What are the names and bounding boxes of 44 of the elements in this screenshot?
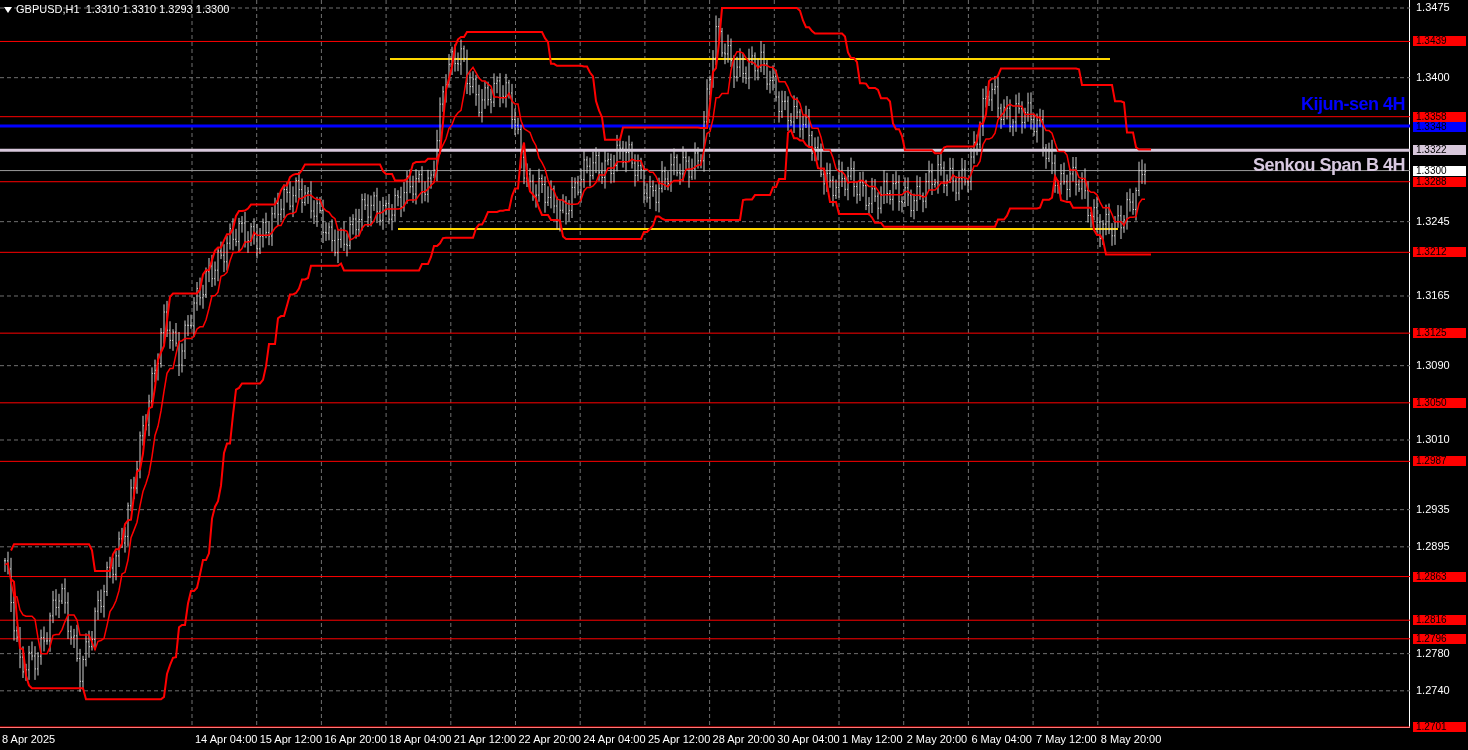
kijun-sen-label: Kijun-sen 4H [1301, 93, 1405, 114]
price-level-label: 1.3125 [1413, 328, 1466, 339]
time-axis-label: 7 May 12:00 [1036, 733, 1097, 745]
symbol-header: GBPUSD,H1 1.3310 1.3310 1.3293 1.3300 [16, 3, 230, 16]
dropdown-triangle-icon [4, 6, 12, 13]
price-level-label: 1.3050 [1413, 397, 1466, 408]
price-level-label: 1.3288 [1413, 176, 1466, 187]
time-axis-label: 8 May 20:00 [1100, 733, 1162, 745]
price-axis-label: 1.3010 [1416, 434, 1450, 445]
time-axis-label: 24 Apr 04:00 [583, 733, 646, 745]
time-axis-label: 21 Apr 12:00 [453, 733, 517, 745]
price-axis-label: 1.2895 [1416, 540, 1450, 552]
senkou-span-label: Senkou Span B 4H [1252, 155, 1405, 175]
price-level-label: 1.2816 [1413, 615, 1466, 626]
price-level-label: 1.3322 [1413, 145, 1466, 156]
price-level-label: 1.3300 [1413, 165, 1466, 176]
price-level-label: 1.2701 [1413, 722, 1466, 733]
price-axis-label: 1.2740 [1416, 684, 1450, 696]
price-axis-label: 1.2935 [1416, 503, 1450, 515]
time-axis-label: 8 Apr 2025 [2, 733, 56, 745]
time-axis-label: 18 Apr 04:00 [389, 733, 452, 745]
price-level-label: 1.3358 [1413, 111, 1466, 122]
time-axis-label: 22 Apr 20:00 [518, 733, 581, 745]
price-level-label: 1.3348 [1413, 121, 1466, 132]
time-axis-label: 14 Apr 04:00 [195, 733, 258, 745]
price-axis-label: 1.3475 [1416, 2, 1450, 13]
price-level-label: 1.3439 [1413, 36, 1466, 47]
price-axis-label: 1.3400 [1416, 71, 1450, 83]
price-level-label: 1.2796 [1413, 633, 1466, 644]
price-axis-label: 1.3245 [1416, 215, 1450, 227]
time-axis-label: 30 Apr 04:00 [777, 733, 840, 745]
price-axis-label: 1.2780 [1416, 647, 1450, 659]
time-axis-label: 16 Apr 20:00 [324, 733, 387, 745]
time-axis-label: 28 Apr 20:00 [712, 733, 775, 745]
time-axis-label: 25 Apr 12:00 [647, 733, 711, 745]
time-axis-label: 15 Apr 12:00 [259, 733, 323, 745]
price-level-label: 1.3212 [1413, 247, 1466, 258]
price-axis-label: 1.3165 [1416, 290, 1450, 301]
price-level-label: 1.2987 [1413, 456, 1466, 467]
time-axis-label: 6 May 04:00 [971, 733, 1032, 745]
time-axis-label: 2 May 20:00 [906, 733, 968, 745]
price-axis-label: 1.3090 [1416, 359, 1450, 371]
time-axis-label: 1 May 12:00 [842, 733, 903, 745]
price-level-label: 1.2863 [1413, 571, 1466, 582]
